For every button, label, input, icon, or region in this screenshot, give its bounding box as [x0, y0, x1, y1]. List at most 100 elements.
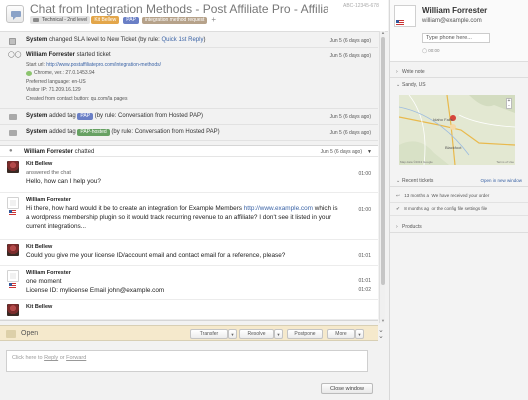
tag-pill: PAP [77, 113, 94, 121]
reply-or: or [58, 355, 67, 361]
check-icon: ✔ [396, 206, 400, 211]
ticket-header: Chat from Integration Methods - Post Aff… [0, 0, 388, 32]
add-tag-button[interactable]: + [211, 16, 216, 24]
browser-info: Chrome, ver.: 27.0.1453.94 [34, 70, 95, 77]
scroll-down-icon[interactable]: ▼ [381, 319, 385, 323]
event-time: Jun 5 (6 days ago) [329, 114, 371, 121]
agent-badge[interactable]: Kit Bellew [91, 16, 120, 24]
message-time: 01:00 [358, 171, 371, 178]
transfer-dropdown-button[interactable]: ▼ [228, 329, 237, 339]
sla-rule-link[interactable]: Quick 1st Reply [161, 37, 203, 43]
chat-message: Kit Bellew answered the chat Hello, how … [0, 157, 378, 194]
tag-integration-method-request[interactable]: integration method request [141, 16, 208, 24]
map-zoom-control[interactable]: + - [506, 98, 512, 109]
chrome-icon [26, 70, 32, 76]
products-section[interactable]: › Products [390, 222, 528, 233]
products-label: Products [402, 224, 422, 230]
tag-added-event: System added tag PAP (by rule: Conversat… [0, 109, 378, 126]
status-label: Open [21, 330, 39, 337]
message-text: Hello, how can I help you? [26, 178, 101, 186]
message-subtitle: answered the chat [26, 170, 71, 177]
us-flag-icon [9, 210, 16, 216]
status-open: Open [6, 328, 38, 339]
customer-email[interactable]: william@example.com [422, 18, 482, 24]
reply-arrow-icon: ↩ [396, 193, 400, 198]
ticket-started-event: ◯◯ William Forrester started ticket Jun … [0, 48, 378, 110]
customer-card: William Forrester william@example.com Ty… [390, 0, 528, 62]
message-text-part: Hi there, how hard would it be to create… [26, 205, 244, 213]
ticket-age: 8 months ag [404, 206, 430, 211]
ticket-id: ABC-12345-678 [343, 3, 379, 9]
chat-header[interactable]: ● William Forrester chatted Jun 5 (6 day… [0, 146, 378, 158]
chevron-down-icon[interactable]: ▼ [367, 149, 372, 155]
chat-message: Kit Bellew Could you give me your licens… [0, 240, 378, 267]
customer-local-time: ◯ 00:00 [422, 48, 440, 53]
map-label: Blackfoot [445, 145, 462, 150]
event-author: System [26, 37, 48, 43]
scroll-up-icon[interactable]: ▲ [381, 31, 385, 35]
agent-avatar [7, 244, 19, 257]
message-time: 01:00 [358, 207, 371, 214]
ticket-action-bar: Open Transfer ▼ Resolve ▼ Postpone More … [0, 325, 378, 341]
open-in-new-window-link[interactable]: Open in new window [480, 178, 522, 183]
resolve-button[interactable]: Resolve [239, 329, 274, 339]
event-text: added tag [49, 113, 76, 120]
close-window-button[interactable]: Close window [321, 383, 373, 394]
customer-name[interactable]: William Forrester [422, 6, 487, 15]
scrollbar-thumb[interactable] [381, 37, 385, 285]
more-button[interactable]: More [327, 329, 355, 339]
ip-row: Visitor IP: 71.209.16.129 [26, 87, 81, 94]
message-author: William Forrester [26, 270, 71, 277]
event-time: Jun 5 (6 days ago) [329, 53, 371, 59]
customer-avatar [7, 197, 19, 216]
more-dropdown-button[interactable]: ▼ [355, 329, 364, 339]
message-link[interactable]: http://www.example.com [244, 205, 313, 212]
map-terms-link[interactable]: Terms of Use [496, 160, 514, 164]
recent-ticket-row[interactable]: ✔ 8 months ag or the config file setting… [390, 203, 528, 216]
event-rule: (by rule: Conversation from Hosted PAP) [111, 129, 220, 136]
message-text: Hi there, how hard would it be to create… [26, 204, 372, 231]
message-author: Kit Bellew [26, 304, 53, 311]
map-label: Idaho Falls [433, 117, 453, 122]
location-map[interactable]: Idaho Falls Blackfoot + - Map data ©2013 … [399, 95, 515, 165]
event-text: changed SLA level to New Ticket (by rule… [49, 37, 162, 43]
recent-tickets-section[interactable]: ⌄ Recent tickets Open in new window [390, 176, 528, 187]
conversation-scrollbar[interactable]: ▲ ▼ [379, 31, 385, 323]
tag-pap[interactable]: PAP [123, 16, 139, 24]
resolve-dropdown-button[interactable]: ▼ [274, 329, 283, 339]
recent-ticket-row[interactable]: ↩ 13 months a We have received your orde… [390, 190, 528, 203]
ticket-subject: or the config file settings file [431, 206, 488, 211]
chat-block: ● William Forrester chatted Jun 5 (6 day… [0, 145, 378, 322]
map-attribution: Map data ©2013 Google [400, 160, 433, 164]
message-author: Kit Bellew [26, 161, 53, 168]
transfer-button[interactable]: Transfer [190, 329, 228, 339]
start-url-row: Start url: http://www.postaffiliatepro.c… [26, 62, 372, 69]
location-label: Sandy, US [402, 82, 426, 88]
message-author: William Forrester [26, 197, 71, 204]
ticket-window: Chat from Integration Methods - Post Aff… [0, 0, 528, 400]
tag-icon [9, 114, 17, 121]
ticket-title: Chat from Integration Methods - Post Aff… [30, 2, 328, 16]
forward-link[interactable]: Forward [66, 355, 86, 361]
system-event: System changed SLA level to New Ticket (… [0, 33, 378, 48]
reply-link[interactable]: Reply [44, 355, 58, 361]
event-time: Jun 5 (6 days ago) [329, 38, 371, 44]
reply-box[interactable]: Click here to Reply or Forward [6, 350, 368, 372]
expand-down-icon[interactable]: ⌄ ⌄ [378, 327, 384, 340]
chat-ticket-icon [6, 5, 24, 23]
folder-icon [33, 18, 39, 22]
message-time: 01:02 [358, 287, 371, 294]
write-note-section[interactable]: › Write note [390, 67, 528, 78]
status-icon [6, 329, 16, 338]
message-author: Kit Bellew [26, 244, 53, 251]
system-icon [9, 38, 16, 45]
event-author: System [26, 129, 48, 136]
location-section[interactable]: ⌄ Sandy, US [390, 80, 528, 91]
postpone-button[interactable]: Postpone [287, 329, 323, 339]
browser-row: Chrome, ver.: 27.0.1453.94 [26, 70, 372, 77]
phone-input[interactable]: Type phone here... [422, 33, 490, 43]
write-note-label: Write note [402, 69, 425, 75]
agent-avatar [7, 304, 19, 317]
start-url-link[interactable]: http://www.postaffiliatepro.com/integrat… [46, 62, 161, 68]
department-badge[interactable]: Technical - 2nd level [30, 16, 91, 24]
